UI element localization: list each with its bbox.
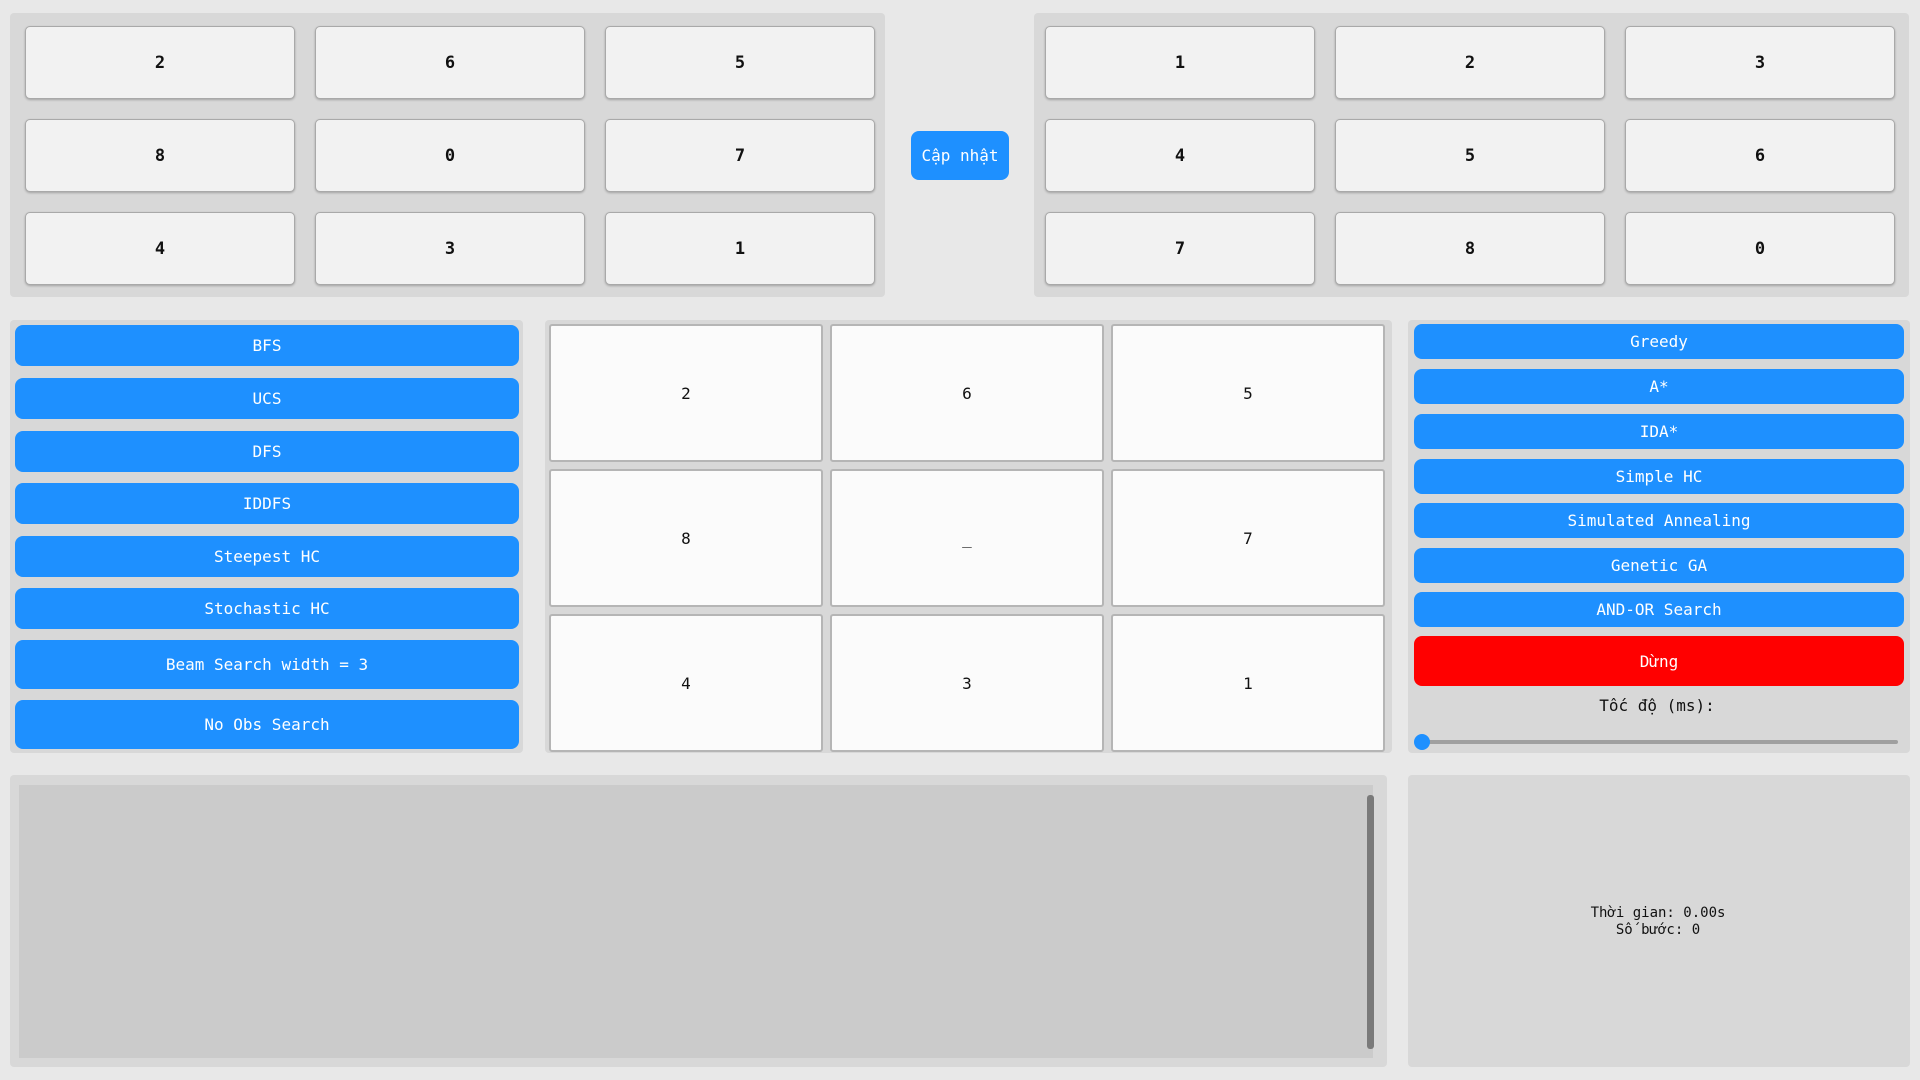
start-cell[interactable]: 1 [605,212,875,285]
start-cell[interactable]: 4 [25,212,295,285]
speed-label: Tốc độ (ms): [1599,696,1715,715]
steepest-hc-button[interactable]: Steepest HC [15,536,519,577]
board-tile: 7 [1111,469,1385,607]
time-label: Thời gian: 0.00s [1590,905,1726,921]
simple-hc-button[interactable]: Simple HC [1414,459,1904,494]
steps-label: Số bước: 0 [1615,922,1701,938]
goal-cell[interactable]: 7 [1045,212,1315,285]
greedy-button[interactable]: Greedy [1414,324,1904,359]
log-scrollbar[interactable] [1367,795,1374,1049]
log-output[interactable] [19,785,1373,1058]
goal-cell[interactable]: 1 [1045,26,1315,99]
ucs-button[interactable]: UCS [15,378,519,419]
start-cell[interactable]: 5 [605,26,875,99]
beam-search-button[interactable]: Beam Search width = 3 [15,640,519,689]
board-tile: 4 [549,614,823,752]
update-button[interactable]: Cập nhật [911,131,1009,180]
stats-text: Thời gian: 0.00s Số bước: 0 [1408,905,1908,939]
no-obs-search-button[interactable]: No Obs Search [15,700,519,749]
board-tile: 3 [830,614,1104,752]
ida-star-button[interactable]: IDA* [1414,414,1904,449]
start-cell[interactable]: 0 [315,119,585,192]
bfs-button[interactable]: BFS [15,325,519,366]
speed-slider-track[interactable] [1420,740,1898,744]
start-cell[interactable]: 3 [315,212,585,285]
genetic-ga-button[interactable]: Genetic GA [1414,548,1904,583]
dfs-button[interactable]: DFS [15,431,519,472]
goal-cell[interactable]: 5 [1335,119,1605,192]
speed-slider-handle[interactable] [1414,734,1430,750]
stop-button[interactable]: Dừng [1414,636,1904,686]
start-cell[interactable]: 2 [25,26,295,99]
goal-cell[interactable]: 3 [1625,26,1895,99]
board-tile: 2 [549,324,823,462]
board-tile: 1 [1111,614,1385,752]
board-tile: 6 [830,324,1104,462]
start-cell[interactable]: 6 [315,26,585,99]
goal-cell[interactable]: 0 [1625,212,1895,285]
start-cell[interactable]: 8 [25,119,295,192]
goal-cell[interactable]: 6 [1625,119,1895,192]
start-cell[interactable]: 7 [605,119,875,192]
goal-state-panel: 1 2 3 4 5 6 7 8 0 [1034,13,1909,297]
goal-cell[interactable]: 8 [1335,212,1605,285]
goal-cell[interactable]: 4 [1045,119,1315,192]
board-tile: _ [830,469,1104,607]
simulated-annealing-button[interactable]: Simulated Annealing [1414,503,1904,538]
goal-cell[interactable]: 2 [1335,26,1605,99]
stochastic-hc-button[interactable]: Stochastic HC [15,588,519,629]
iddfs-button[interactable]: IDDFS [15,483,519,524]
puzzle-board: 2 6 5 8 _ 7 4 3 1 [545,320,1392,753]
a-star-button[interactable]: A* [1414,369,1904,404]
board-tile: 8 [549,469,823,607]
start-state-panel: 2 6 5 8 0 7 4 3 1 [10,13,885,297]
and-or-search-button[interactable]: AND-OR Search [1414,592,1904,627]
board-tile: 5 [1111,324,1385,462]
